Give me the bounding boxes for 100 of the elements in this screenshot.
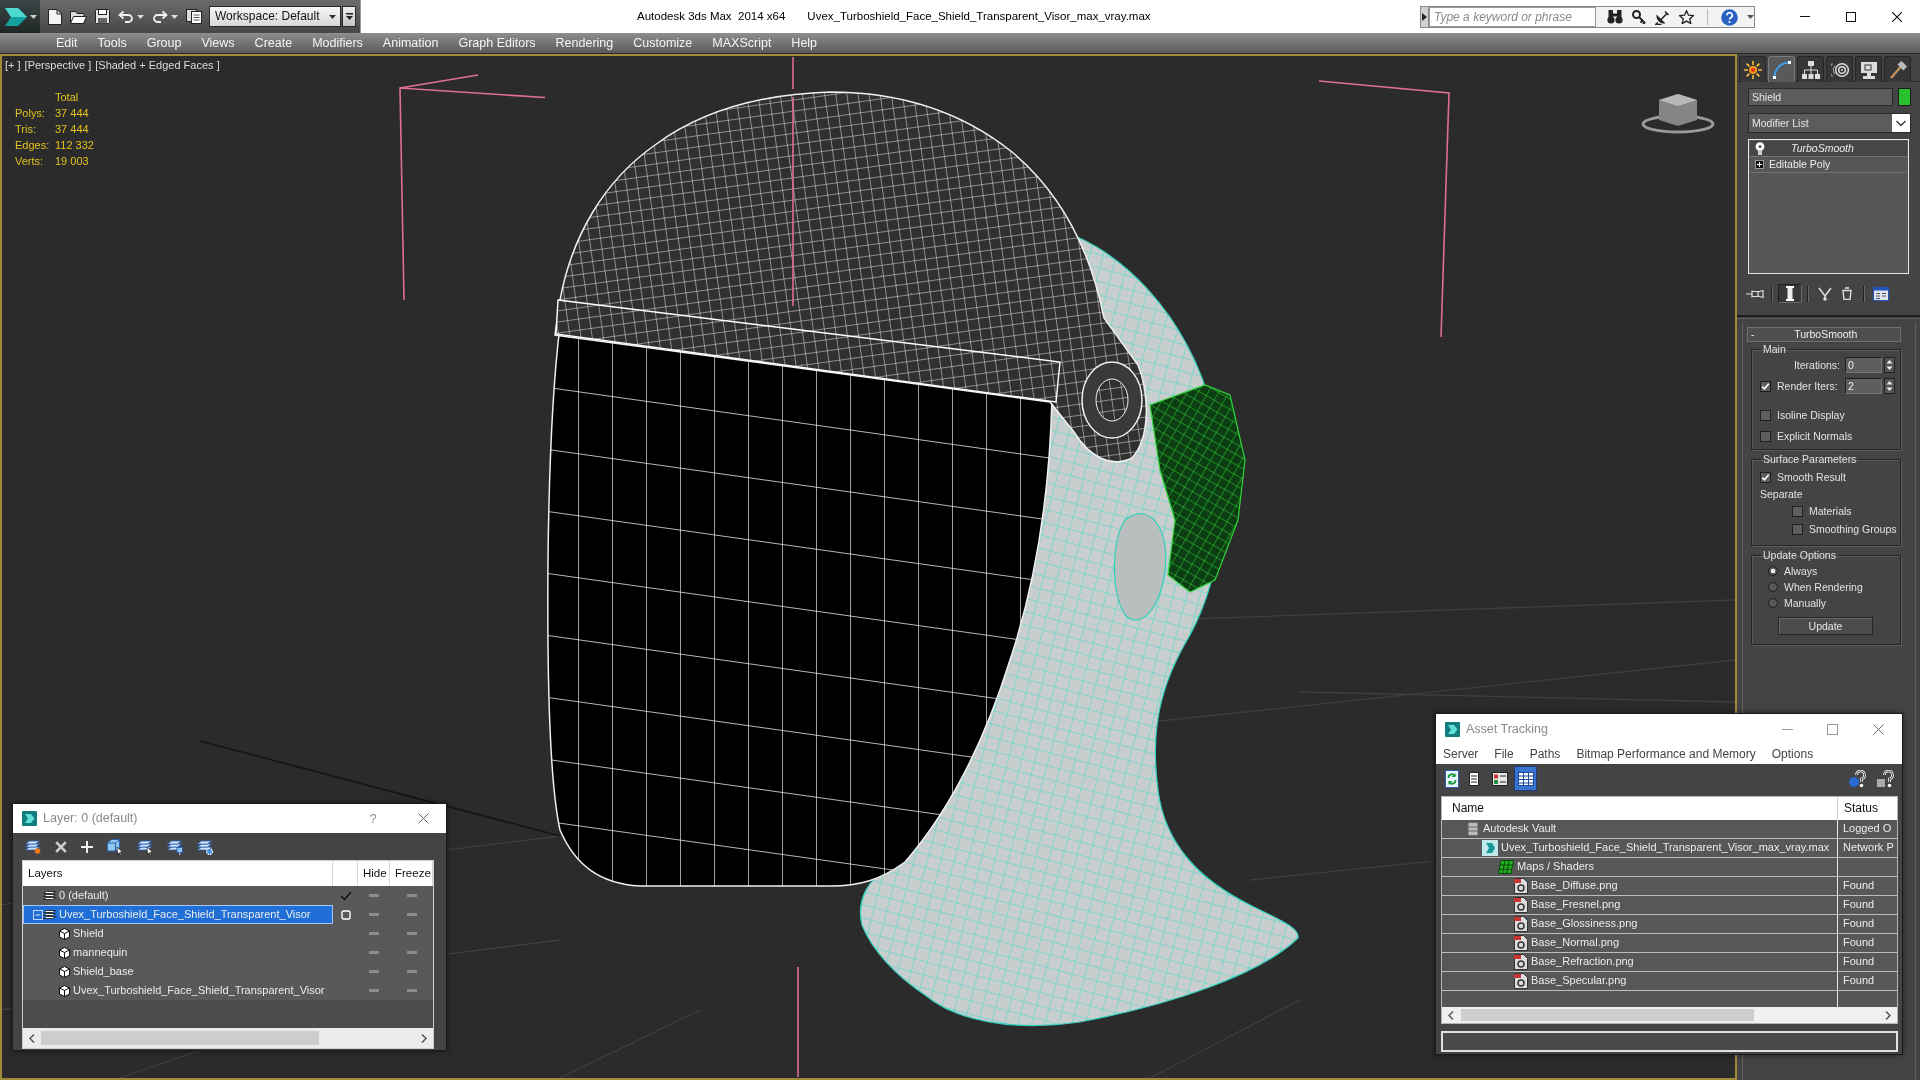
configure-sets-button[interactable] xyxy=(1870,284,1892,303)
view-cube-icon[interactable] xyxy=(1641,92,1715,134)
checkbox[interactable] xyxy=(1760,472,1771,483)
caret-icon[interactable] xyxy=(137,14,144,19)
menu-item[interactable]: Options xyxy=(1766,746,1814,762)
panel-tab[interactable] xyxy=(1884,56,1911,82)
menu-item[interactable]: Graph Editors xyxy=(448,33,546,53)
plus-icon[interactable] xyxy=(81,840,93,853)
curved-arrow-icon[interactable] xyxy=(152,10,168,23)
binoculars-icon[interactable] xyxy=(1607,10,1623,24)
search-field[interactable]: Type a keyword or phrase xyxy=(1429,7,1596,27)
layers-pin-icon[interactable] xyxy=(167,838,183,855)
checkbox[interactable] xyxy=(1760,380,1771,392)
asset-row[interactable]: Uvex_Turboshield_Face_Shield_Transparent_Visor_max_vray.max Network P xyxy=(1442,839,1897,858)
panel-tab[interactable] xyxy=(1855,56,1882,82)
layer-item[interactable]: Uvex_Turboshield_Face_Shield_Transparent_Visor xyxy=(23,905,333,924)
menu-item[interactable]: Customize xyxy=(623,33,703,53)
spinner-arrows-icon[interactable] xyxy=(1884,357,1895,373)
asset-row[interactable]: Base_Specular.png Found xyxy=(1442,972,1897,991)
radio-label[interactable]: When Rendering xyxy=(1784,580,1863,594)
checkbox-label[interactable]: Render Iters: xyxy=(1777,379,1838,393)
menu-item[interactable]: Bitmap Performance and Memory xyxy=(1571,746,1756,762)
chevron-right-icon[interactable] xyxy=(1885,1010,1891,1020)
radio-label[interactable]: Always xyxy=(1784,564,1818,578)
checkbox[interactable] xyxy=(1760,431,1771,442)
menu-item[interactable]: Server xyxy=(1438,746,1479,762)
asset-row[interactable]: Maps / Shaders xyxy=(1442,858,1897,877)
chevron-left-icon[interactable] xyxy=(1448,1010,1454,1020)
asset-row[interactable]: Base_Fresnel.png Found xyxy=(1442,896,1897,915)
asset-row[interactable]: Base_Glossiness.png Found xyxy=(1442,915,1897,934)
help-icon[interactable] xyxy=(1848,769,1866,788)
checkbox[interactable] xyxy=(1792,524,1803,535)
rollout-header[interactable]: - TurboSmooth xyxy=(1747,327,1901,342)
help-button[interactable]: ? xyxy=(366,810,380,827)
page-icon[interactable] xyxy=(48,8,62,25)
plus-box-icon[interactable] xyxy=(1755,160,1764,169)
radio-button[interactable] xyxy=(1768,598,1778,608)
checkbox-label[interactable]: Explicit Normals xyxy=(1777,430,1853,443)
menu-item[interactable]: Views xyxy=(191,33,245,53)
menu-item[interactable]: Create xyxy=(244,33,303,53)
radio-label[interactable]: Manually xyxy=(1784,596,1827,610)
chevron-right-icon[interactable] xyxy=(421,1033,427,1043)
menu-item[interactable]: Group xyxy=(136,33,192,53)
menu-item[interactable]: Edit xyxy=(46,33,88,53)
checkbox[interactable] xyxy=(1792,506,1803,517)
refresh-icon[interactable] xyxy=(1445,769,1459,788)
checkbox-label[interactable]: Materials xyxy=(1809,505,1852,518)
asset-row[interactable]: Base_Normal.png Found xyxy=(1442,934,1897,953)
color-swatch[interactable] xyxy=(1898,88,1911,106)
asset-row[interactable]: Base_Diffuse.png Found xyxy=(1442,877,1897,896)
menu-item[interactable]: Help xyxy=(781,33,828,53)
panel-tab[interactable] xyxy=(1768,56,1795,82)
square-icon[interactable] xyxy=(340,909,351,920)
chevron-left-icon[interactable] xyxy=(29,1033,35,1043)
horizontal-scrollbar[interactable] xyxy=(23,1028,433,1048)
scrollbar-thumb[interactable] xyxy=(41,1031,319,1045)
curved-arrow-icon[interactable] xyxy=(118,10,134,23)
layers-cursor-icon[interactable] xyxy=(137,838,153,855)
caret-icon[interactable] xyxy=(29,14,37,19)
viewport-menu[interactable]: [Perspective ] xyxy=(24,59,92,73)
stack-item[interactable]: TurboSmooth xyxy=(1750,141,1907,157)
spinner-field[interactable]: 0 xyxy=(1845,357,1882,373)
customize-button[interactable] xyxy=(342,6,356,27)
satellite-dish-icon[interactable] xyxy=(1655,9,1670,25)
viewport-menu[interactable]: [Shaded + Edged Faces ] xyxy=(95,59,220,73)
workspace-dropdown[interactable]: Workspace: Default xyxy=(209,6,341,27)
horizontal-scrollbar[interactable] xyxy=(1442,1007,1897,1023)
minus-box-icon[interactable] xyxy=(33,909,43,920)
asset-row[interactable]: Base_Refraction.png Found xyxy=(1442,953,1897,972)
caret-icon[interactable] xyxy=(1747,15,1754,19)
stack-item[interactable]: Editable Poly xyxy=(1750,157,1907,173)
panel-tab[interactable] xyxy=(1797,56,1824,82)
key-icon[interactable] xyxy=(1632,10,1646,24)
caret-icon[interactable] xyxy=(171,14,178,19)
checkbox[interactable] xyxy=(1760,410,1771,421)
checkbox-label[interactable]: Isoline Display xyxy=(1777,409,1845,422)
scrollbar-thumb[interactable] xyxy=(1461,1009,1754,1021)
menu-item[interactable]: Paths xyxy=(1524,746,1561,762)
triangle-icon[interactable] xyxy=(1422,13,1427,21)
menu-item[interactable]: Animation xyxy=(372,33,449,53)
path-field[interactable] xyxy=(1441,1031,1898,1052)
close-icon[interactable] xyxy=(1892,11,1902,22)
help-icon[interactable] xyxy=(1721,8,1738,26)
layers-gear-icon[interactable] xyxy=(197,838,213,855)
modifier-list-dropdown[interactable]: Modifier List xyxy=(1748,113,1911,133)
help-icon[interactable] xyxy=(1876,769,1894,788)
checkbox-label[interactable]: Smoothing Groups xyxy=(1809,523,1897,536)
menu-item[interactable]: File xyxy=(1489,746,1514,762)
update-button[interactable]: Update xyxy=(1778,617,1873,635)
viewport-menu[interactable]: [+ ] xyxy=(5,59,21,73)
show-end-result-button[interactable] xyxy=(1778,284,1802,303)
star-icon[interactable] xyxy=(1679,10,1694,24)
spinner-field[interactable]: 2 xyxy=(1845,378,1882,394)
radio-button[interactable] xyxy=(1768,566,1778,576)
minimize-icon[interactable] xyxy=(1782,728,1793,730)
menu-item[interactable]: Modifiers xyxy=(302,33,373,53)
table-view-button[interactable] xyxy=(1514,766,1537,791)
menu-item[interactable]: MAXScript xyxy=(702,33,782,53)
folder-icon[interactable] xyxy=(70,9,87,24)
cube-cursor-icon[interactable] xyxy=(107,838,123,855)
